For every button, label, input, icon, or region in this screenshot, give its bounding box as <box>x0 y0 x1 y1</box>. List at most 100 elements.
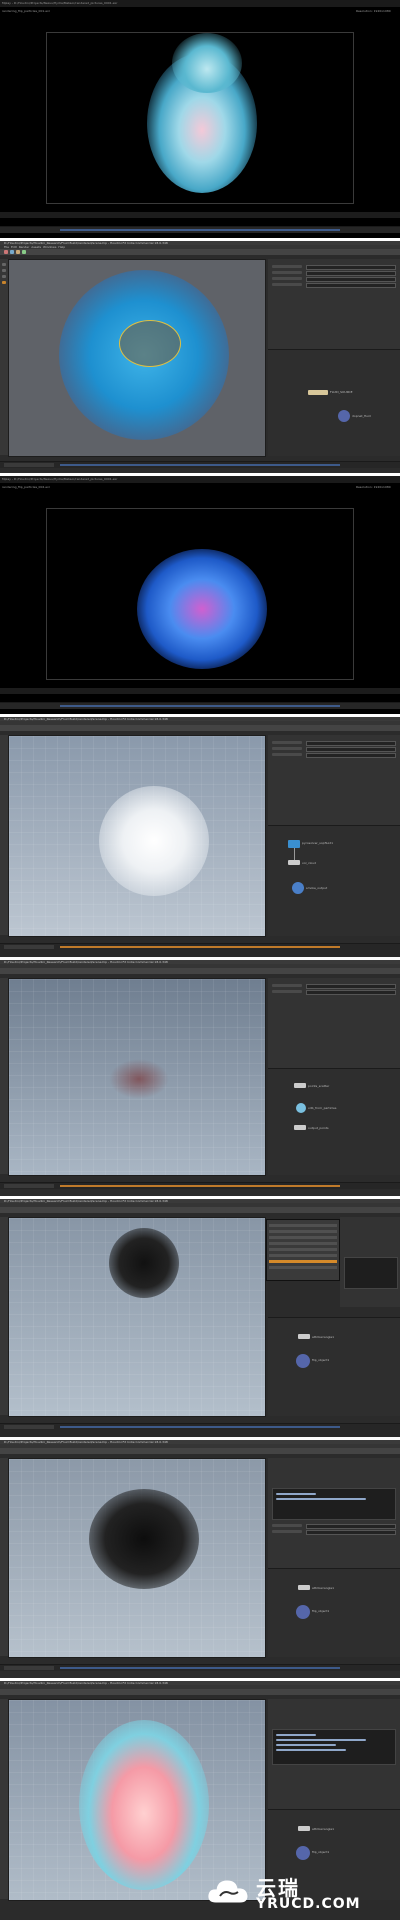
shelf-toolbar <box>0 725 400 731</box>
param-row <box>272 741 396 746</box>
param-field[interactable] <box>306 271 396 276</box>
menu-item[interactable] <box>269 1248 337 1251</box>
param-field[interactable] <box>306 1530 396 1535</box>
node-fluid-source[interactable] <box>308 390 328 395</box>
playback-controls[interactable] <box>4 463 54 467</box>
param-field[interactable] <box>306 1524 396 1529</box>
scale-tool-icon[interactable] <box>2 281 6 284</box>
shelf-tool-icon[interactable] <box>4 250 8 254</box>
network-pane[interactable]: points_scatter vdb_from_particles output… <box>268 1068 400 1175</box>
node-smoke-output[interactable] <box>292 882 304 894</box>
param-field[interactable] <box>306 984 396 989</box>
code-line <box>276 1498 366 1500</box>
render-timeline[interactable] <box>0 702 400 709</box>
render-header: Mplay - D:/Houdini/Projects/Nexus/Hydra/… <box>0 0 400 7</box>
param-row <box>272 984 396 989</box>
param-field[interactable] <box>306 753 396 758</box>
render-footer <box>0 212 400 218</box>
menu-item[interactable] <box>269 1242 337 1245</box>
playback-controls[interactable] <box>4 1184 54 1188</box>
scene-viewport[interactable] <box>8 1458 266 1658</box>
timeline[interactable] <box>0 461 400 468</box>
node-vol-cloud[interactable] <box>288 860 300 865</box>
menu-item[interactable] <box>269 1224 337 1227</box>
node-pyrosolver[interactable] <box>288 840 300 848</box>
network-pane[interactable]: FLUID_SOURCE dopnet_fluid <box>268 349 400 456</box>
param-field[interactable] <box>306 990 396 995</box>
node-label: dopnet_fluid <box>352 414 371 418</box>
shelf-tool-icon[interactable] <box>22 250 26 254</box>
code-editor[interactable] <box>344 1257 398 1289</box>
node-points-scatter[interactable] <box>294 1083 306 1088</box>
menu-item[interactable] <box>269 1236 337 1239</box>
node-label: pyrosolver_sopfluid1 <box>302 841 334 845</box>
fluid-plume <box>172 33 242 93</box>
param-field[interactable] <box>306 741 396 746</box>
code-line <box>276 1734 316 1736</box>
context-menu[interactable] <box>266 1219 340 1281</box>
param-row <box>272 990 396 995</box>
render-timeline[interactable] <box>0 226 400 233</box>
param-field[interactable] <box>306 283 396 288</box>
timeline-bar[interactable] <box>60 229 340 231</box>
render-footer <box>0 688 400 694</box>
menu-item[interactable] <box>269 1254 337 1257</box>
houdini-scene-2: D:/Houdini/Projects/Houdini_Research/Flu… <box>0 717 400 957</box>
shelf-tool-icon[interactable] <box>10 250 14 254</box>
node-flip-object[interactable] <box>296 1354 310 1368</box>
timeline[interactable] <box>0 943 400 950</box>
code-editor[interactable] <box>272 1729 396 1765</box>
node-dopnet[interactable] <box>338 410 350 422</box>
menu-item[interactable] <box>269 1266 337 1269</box>
render-resolution-label: Resolution: 1920x1080 <box>356 485 391 489</box>
scene-viewport[interactable] <box>8 735 266 937</box>
param-field[interactable] <box>306 747 396 752</box>
timeline-bar[interactable] <box>60 464 340 466</box>
timeline-bar[interactable] <box>60 1667 340 1669</box>
node-wrangle[interactable] <box>298 1826 310 1831</box>
scene-viewport[interactable] <box>8 978 266 1176</box>
node-wrangle[interactable] <box>298 1585 310 1590</box>
node-label: vdb_from_particles <box>308 1106 337 1110</box>
node-flip-object[interactable] <box>296 1605 310 1619</box>
select-tool-icon[interactable] <box>2 263 6 266</box>
houdini-scene-1: D:/Houdini/Projects/Houdini_Research/Flu… <box>0 241 400 473</box>
menu-item-highlighted[interactable] <box>269 1260 337 1263</box>
node-output[interactable] <box>294 1125 306 1130</box>
parameter-pane <box>340 1217 400 1307</box>
playback-controls[interactable] <box>4 945 54 949</box>
node-flip-object[interactable] <box>296 1846 310 1860</box>
node-wrangle[interactable] <box>298 1334 310 1339</box>
network-pane[interactable]: attribwrangle1 flip_object1 <box>268 1317 400 1416</box>
render-view-1: Mplay - D:/Houdini/Projects/Nexus/Hydra/… <box>0 0 400 238</box>
node-vdb[interactable] <box>296 1103 306 1113</box>
menu-item[interactable] <box>269 1230 337 1233</box>
timeline-bar[interactable] <box>60 1185 340 1187</box>
code-line <box>276 1744 336 1746</box>
watermark: 云瑞 YRUCD.COM <box>160 1862 400 1920</box>
timeline-bar[interactable] <box>60 946 340 948</box>
viewport-tools <box>0 978 8 1174</box>
playback-controls[interactable] <box>4 1425 54 1429</box>
scene-viewport[interactable] <box>8 1217 266 1417</box>
param-field[interactable] <box>306 265 396 270</box>
shelf-toolbar <box>0 1448 400 1454</box>
rotate-tool-icon[interactable] <box>2 275 6 278</box>
move-tool-icon[interactable] <box>2 269 6 272</box>
network-pane[interactable]: attribwrangle1 flip_object1 <box>268 1568 400 1657</box>
scene-viewport[interactable] <box>8 259 266 457</box>
code-editor[interactable] <box>272 1488 396 1520</box>
timeline[interactable] <box>0 1423 400 1430</box>
playback-controls[interactable] <box>4 1666 54 1670</box>
houdini-scene-3: D:/Houdini/Projects/Houdini_Research/Flu… <box>0 960 400 1196</box>
timeline[interactable] <box>0 1182 400 1189</box>
timeline-bar[interactable] <box>60 705 340 707</box>
timeline[interactable] <box>0 1664 400 1671</box>
param-field[interactable] <box>306 277 396 282</box>
network-pane[interactable]: pyrosolver_sopfluid1 vol_cloud smoke_out… <box>268 825 400 936</box>
timeline-bar[interactable] <box>60 1426 340 1428</box>
shelf-tool-icon[interactable] <box>16 250 20 254</box>
houdini-scene-4: D:/Houdini/Projects/Houdini_Research/Flu… <box>0 1199 400 1437</box>
param-row <box>272 277 396 282</box>
shelf-toolbar <box>0 1689 400 1695</box>
